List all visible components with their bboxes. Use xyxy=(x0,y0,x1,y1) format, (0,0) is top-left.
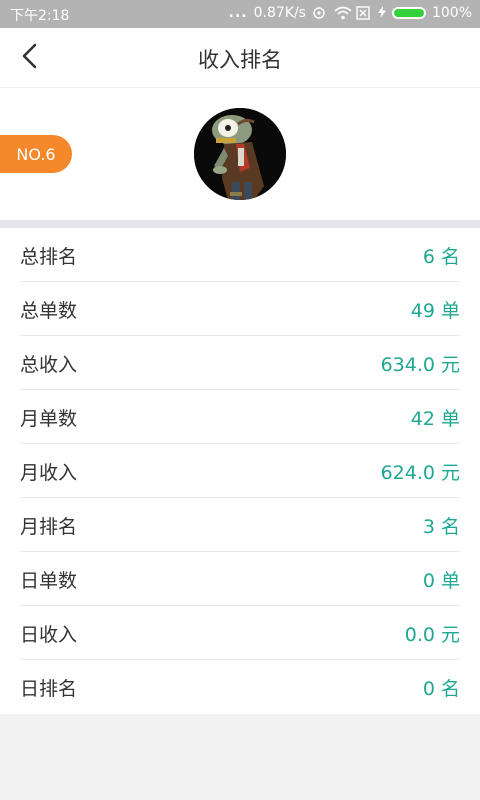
stat-row-total-orders: 总单数 49 单 xyxy=(20,282,460,336)
stat-label: 月单数 xyxy=(20,408,78,430)
section-divider xyxy=(0,220,480,228)
stat-value: 624.0 元 xyxy=(380,462,460,484)
nav-bar: 收入排名 xyxy=(0,28,480,88)
stat-label: 总收入 xyxy=(20,354,78,376)
stat-value: 49 单 xyxy=(410,300,460,322)
zombie-avatar-icon xyxy=(194,108,286,200)
stat-row-day-income: 日收入 0.0 元 xyxy=(20,606,460,660)
charging-icon xyxy=(377,5,386,21)
status-dots: ... xyxy=(228,5,248,21)
battery-percent: 100% xyxy=(431,5,472,21)
stat-value: 3 名 xyxy=(422,516,460,538)
stat-value: 0 名 xyxy=(422,678,460,700)
status-bar: 下午2:18 ... 0.87K/s 100% xyxy=(0,0,480,28)
stat-row-month-income: 月收入 624.0 元 xyxy=(20,444,460,498)
stat-value: 6 名 xyxy=(422,246,460,268)
stat-value: 634.0 元 xyxy=(380,354,460,376)
hotspot-icon xyxy=(312,6,328,20)
stats-list: 总排名 6 名 总单数 49 单 总收入 634.0 元 月单数 42 单 月收… xyxy=(0,228,480,714)
stat-row-day-orders: 日单数 0 单 xyxy=(20,552,460,606)
stat-label: 日排名 xyxy=(20,678,78,700)
stat-label: 总排名 xyxy=(20,246,78,268)
stat-row-day-rank: 日排名 0 名 xyxy=(20,660,460,714)
stat-row-month-rank: 月排名 3 名 xyxy=(20,498,460,552)
stat-label: 总单数 xyxy=(20,300,78,322)
no-sim-icon xyxy=(356,6,372,20)
network-speed: 0.87K/s xyxy=(253,5,306,21)
stat-label: 月收入 xyxy=(20,462,78,484)
stat-value: 42 单 xyxy=(410,408,460,430)
stat-value: 0 单 xyxy=(422,570,460,592)
stat-label: 月排名 xyxy=(20,516,78,538)
stat-row-total-rank: 总排名 6 名 xyxy=(20,228,460,282)
stat-label: 日收入 xyxy=(20,624,78,646)
wifi-icon xyxy=(334,6,352,20)
avatar[interactable] xyxy=(194,108,286,200)
rank-badge: NO.6 xyxy=(0,135,72,173)
status-time: 下午2:18 xyxy=(10,8,70,24)
stat-row-month-orders: 月单数 42 单 xyxy=(20,390,460,444)
status-right: ... 0.87K/s 100% xyxy=(229,5,472,21)
stat-row-total-income: 总收入 634.0 元 xyxy=(20,336,460,390)
battery-icon xyxy=(391,7,426,19)
page-title: 收入排名 xyxy=(198,48,282,72)
stat-value: 0.0 元 xyxy=(404,624,460,646)
profile-section: NO.6 xyxy=(0,88,480,220)
stat-label: 日单数 xyxy=(20,570,78,592)
